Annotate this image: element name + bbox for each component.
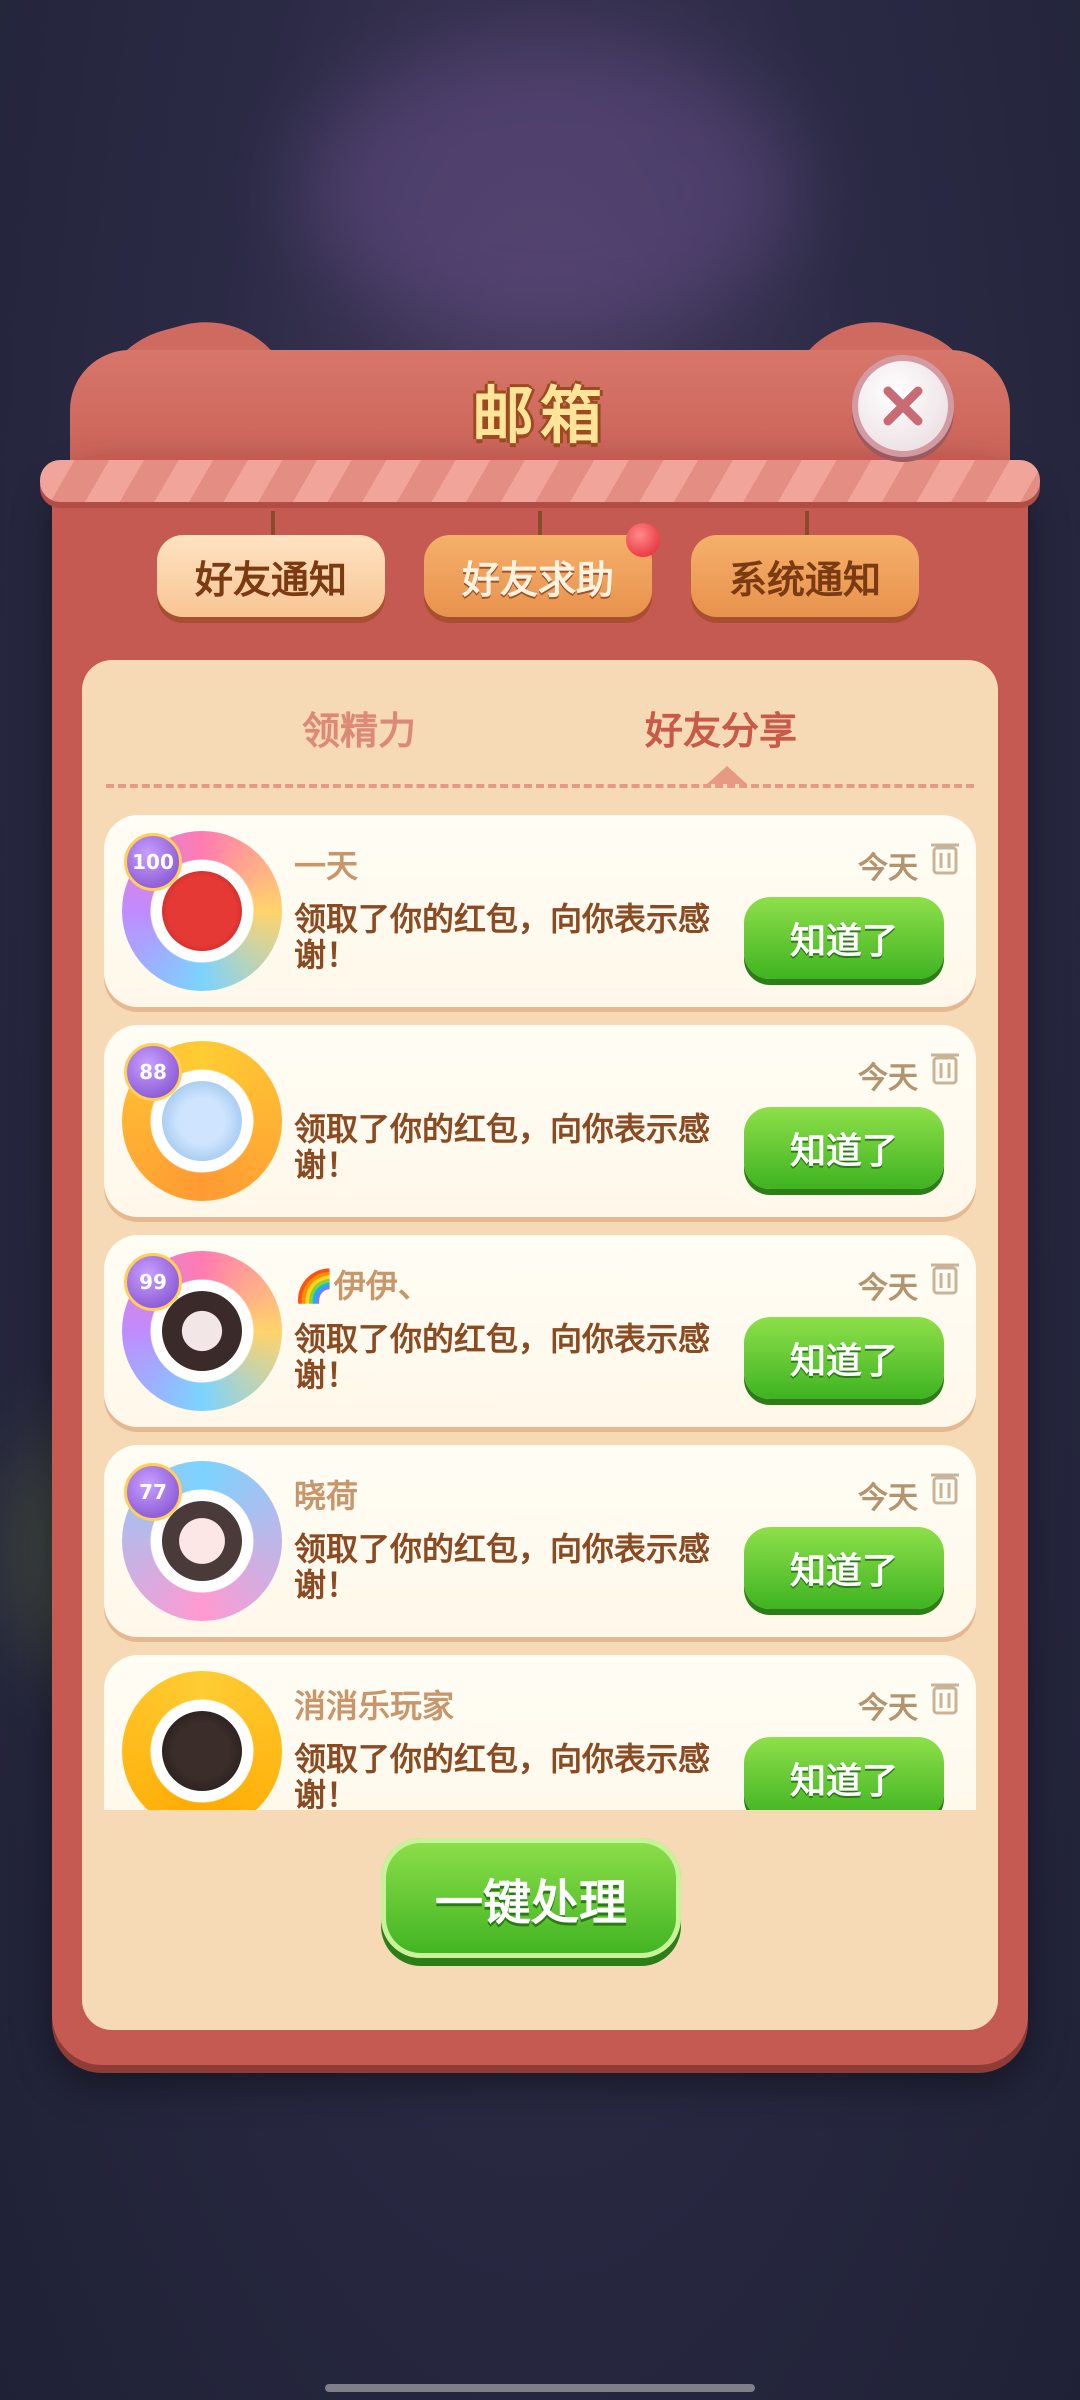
acknowledge-button[interactable]: 知道了 [744,897,944,979]
close-button[interactable] [852,355,954,457]
message-date: 今天 [858,1481,918,1516]
acknowledge-button[interactable]: 知道了 [744,1737,944,1810]
message-text: 领取了你的红包，向你表示感谢！ [294,900,711,974]
process-all-button[interactable]: 一键处理 [381,1838,681,1958]
message-area: 领精力 好友分享 100 一天 领取了你的红包，向你表示感谢！ 今天 知道了 8… [82,660,998,2030]
message-date: 今天 [858,1271,918,1306]
sender-name: 晓荷 [294,1477,359,1515]
subtab-friend-share[interactable]: 好友分享 [645,700,797,755]
sender-name: 一天 [294,847,359,885]
avatar[interactable]: 99 [122,1251,282,1411]
message-text: 领取了你的红包，向你表示感谢！ [294,1740,711,1810]
message-item: 88 领取了你的红包，向你表示感谢！ 今天 知道了 [104,1025,976,1217]
level-badge: 77 [124,1463,182,1521]
message-list: 100 一天 领取了你的红包，向你表示感谢！ 今天 知道了 88 领取了你的红包… [104,815,976,1810]
trash-icon[interactable] [930,1049,960,1085]
home-indicator[interactable] [325,2384,755,2392]
tab-friend-notice[interactable]: 好友通知 [157,511,385,617]
level-badge: 88 [124,1043,182,1101]
level-badge: 100 [124,833,182,891]
avatar[interactable]: 88 [122,1041,282,1201]
message-item: 99 🌈伊伊、 领取了你的红包，向你表示感谢！ 今天 知道了 [104,1235,976,1427]
message-text: 领取了你的红包，向你表示感谢！ [294,1320,711,1394]
message-item: 消消乐玩家 领取了你的红包，向你表示感谢！ 今天 知道了 [104,1655,976,1810]
trash-icon[interactable] [930,1679,960,1715]
sender-name: 🌈伊伊、 [294,1267,430,1305]
active-indicator [707,766,747,784]
avatar[interactable]: 100 [122,831,282,991]
background-glow [300,40,800,340]
message-text: 领取了你的红包，向你表示感谢！ [294,1110,711,1184]
close-icon [883,386,923,426]
message-item: 100 一天 领取了你的红包，向你表示感谢！ 今天 知道了 [104,815,976,1007]
message-date: 今天 [858,1061,918,1096]
avatar[interactable]: 77 [122,1461,282,1621]
message-date: 今天 [858,851,918,886]
dialog-title: 邮箱 [471,379,608,452]
tab-friend-help[interactable]: 好友求助 [424,511,660,617]
trash-icon[interactable] [930,839,960,875]
trash-icon[interactable] [930,1469,960,1505]
acknowledge-button[interactable]: 知道了 [744,1107,944,1189]
avatar[interactable] [122,1671,282,1810]
trash-icon[interactable] [930,1259,960,1295]
message-date: 今天 [858,1691,918,1726]
level-badge: 99 [124,1253,182,1311]
notification-dot [626,523,660,557]
message-text: 领取了你的红包，向你表示感谢！ [294,1530,711,1604]
subtab-claim-energy[interactable]: 领精力 [302,700,416,755]
acknowledge-button[interactable]: 知道了 [744,1317,944,1399]
message-item: 77 晓荷 领取了你的红包，向你表示感谢！ 今天 知道了 [104,1445,976,1637]
acknowledge-button[interactable]: 知道了 [744,1527,944,1609]
tab-system-notice[interactable]: 系统通知 [691,511,919,617]
sender-name: 消消乐玩家 [294,1687,455,1725]
divider [106,784,974,788]
header-rail [40,460,1040,502]
